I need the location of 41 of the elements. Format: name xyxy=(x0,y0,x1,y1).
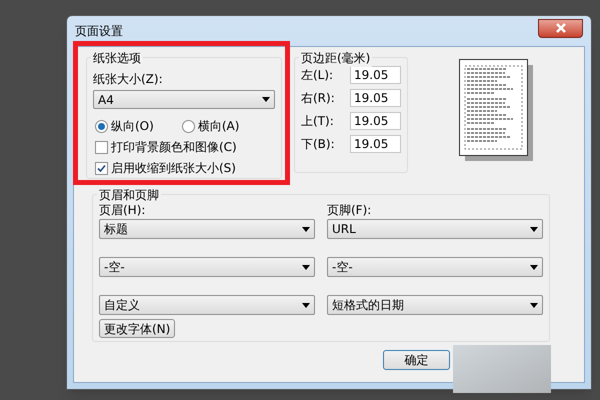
dropdown-arrow-icon xyxy=(302,264,310,270)
margin-input[interactable]: 19.05 xyxy=(350,66,401,84)
field-label: 下(B): xyxy=(301,136,335,153)
checkbox[interactable] xyxy=(95,162,108,174)
margin-input[interactable]: 19.05 xyxy=(350,89,401,107)
close-button[interactable] xyxy=(538,18,583,38)
header-dropdown[interactable]: 标题 xyxy=(99,219,315,239)
paper-size-dropdown[interactable]: A4 xyxy=(93,90,275,109)
field-label: 右(R): xyxy=(301,90,335,107)
field-label: 纸张大小(Z): xyxy=(93,71,164,88)
header-dropdown[interactable]: -空- xyxy=(99,257,315,277)
footer-dropdown[interactable]: 短格式的日期 xyxy=(327,295,543,315)
dropdown-arrow-icon xyxy=(530,302,538,308)
footer-dropdown[interactable]: URL xyxy=(327,219,543,239)
field-label: 页脚(F): xyxy=(327,202,372,219)
window-title: 页面设置 xyxy=(75,23,123,40)
dropdown-arrow-icon xyxy=(530,226,538,232)
ok-button[interactable]: 确定 xyxy=(383,350,450,370)
field-label: 上(T): xyxy=(301,113,334,130)
change-font-button[interactable]: 更改字体(N) xyxy=(99,319,176,338)
checkbox[interactable] xyxy=(95,140,108,154)
group-title: 页边距(毫米) xyxy=(299,49,372,67)
radio-button[interactable] xyxy=(182,120,195,132)
margin-input[interactable]: 19.05 xyxy=(350,112,401,130)
dropdown-arrow-icon xyxy=(530,264,538,270)
dropdown-arrow-icon xyxy=(302,226,310,232)
close-icon xyxy=(554,23,566,33)
dropdown-arrow-icon xyxy=(302,302,310,308)
group-title: 纸张选项 xyxy=(91,49,143,67)
radio-label: 纵向(O) xyxy=(111,118,154,135)
footer-dropdown[interactable]: -空- xyxy=(327,257,543,277)
radio-button[interactable] xyxy=(95,120,108,132)
radio-label: 横向(A) xyxy=(198,118,240,135)
dropdown-arrow-icon xyxy=(262,97,270,102)
field-label: 页眉(H): xyxy=(99,202,146,219)
field-label: 左(L): xyxy=(301,67,334,84)
margin-input[interactable]: 19.05 xyxy=(350,135,401,153)
header-dropdown[interactable]: 自定义 xyxy=(99,295,315,315)
checkbox-label: 启用收缩到纸张大小(S) xyxy=(111,160,236,177)
checkbox-label: 打印背景颜色和图像(C) xyxy=(111,139,237,156)
group-title: 页眉和页脚 xyxy=(97,186,161,204)
